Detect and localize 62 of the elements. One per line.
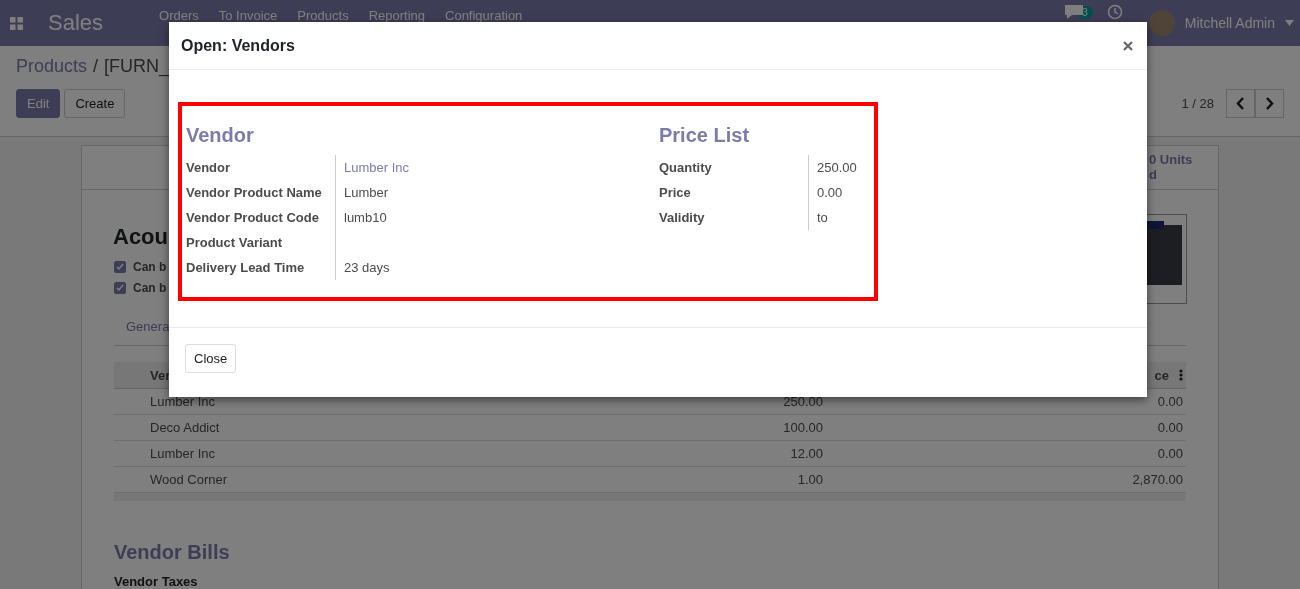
checkbox-label: Can b	[133, 260, 167, 274]
field-value: lumb10	[343, 209, 388, 227]
field-label: Validity	[659, 205, 809, 230]
checkbox[interactable]	[114, 282, 126, 294]
field-value: 23 days	[343, 259, 391, 277]
close-button[interactable]: Close	[185, 344, 237, 373]
table-cell-text: 0.00	[1156, 420, 1184, 435]
breadcrumb-link[interactable]: Products	[16, 56, 88, 77]
table-cell-text: 1.00	[796, 472, 824, 487]
field-value: to	[816, 209, 829, 227]
field-label: Vendor Product Name	[186, 180, 336, 205]
menu-item[interactable]: Products	[297, 8, 349, 23]
close-icon[interactable]	[1121, 38, 1135, 53]
menu-item[interactable]: Configuration	[445, 8, 523, 23]
table-cell-text: 250.00	[782, 394, 824, 409]
field-value: 0.00	[816, 184, 844, 202]
field-label: Vendor Product Code	[186, 205, 336, 230]
vendor-link[interactable]: Lumber Inc	[336, 155, 659, 180]
clock-icon[interactable]	[1106, 4, 1123, 20]
field-label: Vendor	[186, 155, 336, 180]
field-label: Product Variant	[186, 230, 336, 255]
menu-item[interactable]: To Invoice	[218, 8, 278, 23]
menu-item[interactable]: Orders	[159, 8, 199, 23]
chat-bubble-icon[interactable]	[1063, 4, 1086, 20]
menu-item[interactable]: Reporting	[368, 8, 425, 23]
checkbox-label: Can b	[133, 281, 167, 295]
previous-button[interactable]	[1226, 89, 1255, 118]
kebab-menu-icon[interactable]	[1179, 369, 1183, 381]
chevron-left-icon	[1236, 97, 1245, 110]
section-title: Vendor Bills	[114, 541, 231, 564]
dialog-title: Open: Vendors	[181, 36, 295, 55]
column-header[interactable]: ce	[1154, 367, 1169, 383]
field-label: Vendor Taxes	[114, 574, 199, 589]
app-name: Sales	[48, 10, 104, 36]
group-title: Vendor	[186, 124, 255, 147]
next-button[interactable]	[1255, 89, 1284, 118]
breadcrumb-current: [FURN_	[104, 56, 170, 77]
table-cell-text: 100.00	[782, 420, 824, 435]
group-title: Price List	[659, 124, 751, 147]
user-name[interactable]: Mitchell Admin	[1184, 15, 1275, 31]
table-cell-text: 2,870.00	[1131, 472, 1184, 487]
table-cell-text: 0.00	[1156, 446, 1184, 461]
product-title: Acou	[113, 224, 168, 250]
field-label: Quantity	[659, 155, 809, 180]
checkbox[interactable]	[114, 261, 126, 273]
table-cell-text: Lumber Inc	[150, 394, 217, 409]
field-value: 250.00	[816, 159, 858, 177]
caret-icon[interactable]	[1285, 20, 1294, 26]
chevron-right-icon	[1265, 97, 1274, 110]
field-value: Lumber	[343, 184, 390, 202]
breadcrumb-separator: /	[93, 56, 99, 77]
table-cell-text: Wood Corner	[150, 472, 229, 487]
pager-counter: 1 / 28	[1181, 96, 1214, 111]
table-cell-text: Lumber Inc	[150, 446, 217, 461]
field-label: Price	[659, 180, 809, 205]
table-cell-text: Deco Addict	[150, 420, 221, 435]
table-cell-text: 12.00	[789, 446, 824, 461]
apps-grid-icon[interactable]	[10, 16, 23, 30]
edit-button[interactable]: Edit	[16, 89, 61, 118]
create-button[interactable]: Create	[64, 89, 126, 118]
field-label: Delivery Lead Time	[186, 255, 336, 280]
table-cell-text: 0.00	[1156, 394, 1184, 409]
